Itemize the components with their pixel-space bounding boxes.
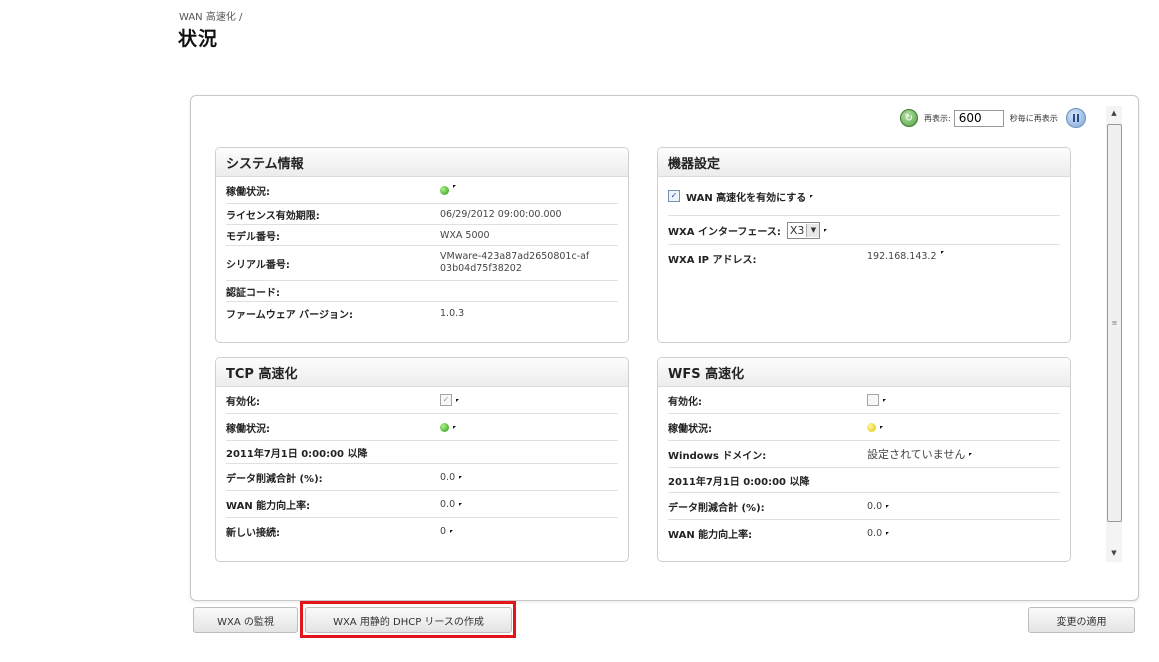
- tcp-reduction-row: データ削減合計 (%): 0.0: [226, 464, 618, 491]
- row-label: モデル番号:: [226, 231, 280, 243]
- scroll-up-icon[interactable]: ▲: [1106, 106, 1122, 120]
- interface-row: WXA インターフェース: X3 ▼: [668, 216, 1060, 245]
- row-value: 0.0: [867, 500, 883, 512]
- row-value: 0.0: [440, 498, 456, 510]
- ip-row: WXA IP アドレス: 192.168.143.2: [668, 245, 1060, 277]
- scroll-thumb[interactable]: ≡: [1107, 124, 1122, 522]
- page-title: 状況: [178, 28, 219, 50]
- row-label: データ削減合計 (%):: [226, 473, 323, 485]
- ip-label: WXA IP アドレス:: [668, 255, 757, 266]
- refresh-interval-input[interactable]: [953, 109, 1004, 127]
- row-label: Windows ドメイン:: [668, 450, 767, 462]
- tcp-title: TCP 高速化: [216, 358, 628, 387]
- enable-wan-row: ✓ WAN 高速化を有効にする: [668, 177, 1060, 216]
- status-green-icon: [440, 422, 449, 432]
- wfs-since-row: 2011年7月1日 0:00:00 以降: [668, 468, 1060, 493]
- row-label: シリアル番号:: [226, 259, 290, 271]
- row-value: 設定されていません: [867, 448, 966, 461]
- system-info-title: システム情報: [216, 148, 628, 177]
- tcp-status-row: 稼働状況:: [226, 414, 618, 441]
- status-indicator: [440, 184, 456, 196]
- wfs-title: WFS 高速化: [658, 358, 1070, 387]
- device-settings-title: 機器設定: [658, 148, 1070, 177]
- pause-icon[interactable]: [1065, 108, 1086, 128]
- wxa-monitor-button[interactable]: WXA の監視: [193, 607, 298, 633]
- row-label: 2011年7月1日 0:00:00 以降: [668, 476, 810, 488]
- highlight-box: [300, 601, 516, 638]
- row-value: 1.0.3: [440, 307, 465, 319]
- row-label: データ削減合計 (%):: [668, 502, 765, 514]
- wfs-reduction-row: データ削減合計 (%): 0.0: [668, 493, 1060, 520]
- device-settings-panel: 機器設定 ✓ WAN 高速化を有効にする WXA インターフェース: X3 ▼ W…: [657, 147, 1071, 343]
- tcp-enabled-checkbox[interactable]: ✓: [440, 394, 452, 406]
- refresh-bar: ↻ 再表示: 秒毎に再表示: [900, 107, 1086, 129]
- firmware-row: ファームウェア バージョン: 1.0.3: [226, 302, 618, 324]
- tcp-acceleration-panel: TCP 高速化 有効化: ✓ 稼働状況: 2011年7月1日 0:00:00 以…: [215, 357, 629, 562]
- tcp-new-conn-row: 新しい接続: 0: [226, 518, 618, 544]
- row-value: VMware-423a87ad2650801c-af03b04d75f38202: [440, 251, 590, 274]
- tcp-since-row: 2011年7月1日 0:00:00 以降: [226, 441, 618, 464]
- system-status-row: 稼働状況:: [226, 177, 618, 204]
- row-label: 認証コード:: [226, 287, 280, 299]
- system-info-panel: システム情報 稼働状況: ライセンス有効期限: 06/29/2012 09:00…: [215, 147, 629, 343]
- tcp-wan-rate-row: WAN 能力向上率: 0.0: [226, 491, 618, 518]
- wfs-enabled-checkbox[interactable]: [867, 394, 879, 406]
- serial-row: シリアル番号: VMware-423a87ad2650801c-af03b04d…: [226, 246, 618, 281]
- wfs-status-row: 稼働状況:: [668, 414, 1060, 441]
- wfs-wan-rate-row: WAN 能力向上率: 0.0: [668, 520, 1060, 546]
- wfs-enabled-row: 有効化:: [668, 387, 1060, 414]
- apply-changes-button[interactable]: 変更の適用: [1028, 607, 1135, 633]
- status-green-icon: [440, 185, 449, 195]
- scrollbar[interactable]: ▲ ≡ ▼: [1106, 106, 1122, 562]
- breadcrumb: WAN 高速化 /: [179, 12, 243, 23]
- row-label: WAN 能力向上率:: [226, 500, 311, 512]
- ip-value: 192.168.143.2: [867, 251, 937, 262]
- interface-label: WXA インターフェース:: [668, 226, 781, 238]
- refresh-label: 再表示:: [924, 113, 951, 123]
- row-label: ライセンス有効期限:: [226, 210, 320, 222]
- row-value: 0.0: [440, 471, 456, 483]
- row-label: 2011年7月1日 0:00:00 以降: [226, 448, 368, 460]
- row-label: 稼働状況:: [226, 423, 270, 435]
- wfs-domain-row: Windows ドメイン: 設定されていません: [668, 441, 1060, 468]
- interface-value: X3: [789, 223, 805, 237]
- row-label: WAN 能力向上率:: [668, 529, 753, 541]
- row-label: 稼働状況:: [668, 423, 712, 435]
- row-label: 有効化:: [226, 396, 260, 408]
- chevron-down-icon[interactable]: ▼: [806, 223, 820, 237]
- wfs-acceleration-panel: WFS 高速化 有効化: 稼働状況: Windows ドメイン: 設定されていま…: [657, 357, 1071, 562]
- interface-select[interactable]: X3 ▼: [786, 221, 821, 239]
- enable-wan-label: WAN 高速化を有効にする: [686, 192, 807, 204]
- row-value: 0: [440, 525, 447, 537]
- row-value: 06/29/2012 09:00:00.000: [440, 208, 562, 220]
- scroll-down-icon[interactable]: ▼: [1106, 546, 1122, 560]
- auth-code-row: 認証コード:: [226, 281, 618, 302]
- refresh-icon[interactable]: ↻: [900, 109, 918, 127]
- license-row: ライセンス有効期限: 06/29/2012 09:00:00.000: [226, 204, 618, 225]
- row-label: ファームウェア バージョン:: [226, 309, 353, 321]
- model-row: モデル番号: WXA 5000: [226, 225, 618, 246]
- enable-wan-checkbox[interactable]: ✓: [668, 190, 680, 202]
- row-label: 稼働状況:: [226, 186, 270, 198]
- tcp-enabled-row: 有効化: ✓: [226, 387, 618, 414]
- row-value: 0.0: [867, 527, 883, 539]
- refresh-suffix: 秒毎に再表示: [1009, 113, 1058, 123]
- row-label: 新しい接続:: [226, 527, 280, 539]
- row-value: WXA 5000: [440, 229, 490, 241]
- status-yellow-icon: [867, 422, 876, 432]
- row-label: 有効化:: [668, 396, 702, 408]
